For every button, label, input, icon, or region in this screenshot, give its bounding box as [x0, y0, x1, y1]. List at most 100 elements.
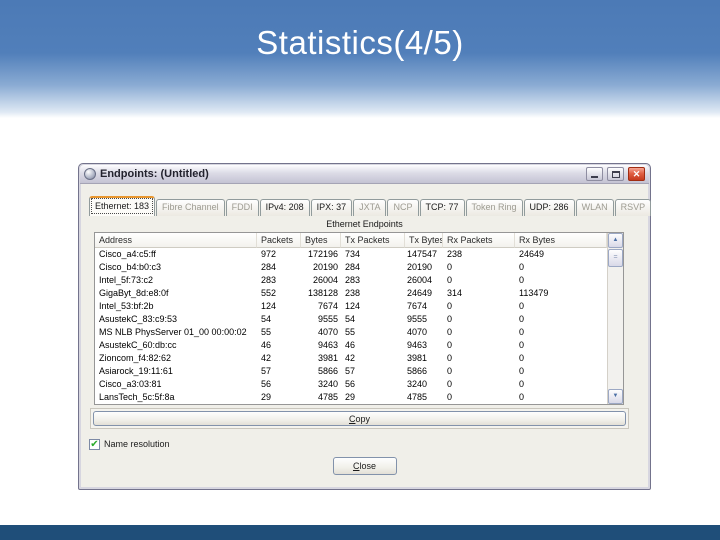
scroll-thumb[interactable]: = — [608, 249, 623, 267]
check-icon: ✔ — [90, 438, 99, 450]
table-cell: 9555 — [317, 314, 338, 324]
table-cell: 0 — [447, 366, 453, 376]
table-cell: 4070 — [317, 327, 338, 337]
table-cell: 0 — [447, 392, 453, 402]
table-cell: 20190 — [312, 262, 338, 272]
tab-udp-286[interactable]: UDP: 286 — [523, 199, 575, 216]
column-header-tx-bytes[interactable]: Tx Bytes — [405, 233, 443, 248]
table-cell: 284 — [345, 262, 361, 272]
table-row[interactable]: GigaByt_8d:e8:0f 552 138128 238 24649 314 1134… — [95, 287, 607, 300]
column-header-rx-bytes[interactable]: Rx Bytes — [515, 233, 607, 248]
table-cell: 9463 — [407, 340, 428, 350]
name-resolution-checkbox[interactable]: ✔ — [89, 438, 100, 450]
table-row[interactable]: AsustekC_83:c9:53 54 9555 54 9555 0 0 — [95, 313, 607, 326]
table-cell: 3981 — [407, 353, 428, 363]
name-resolution-row: ✔ Name resolution — [89, 438, 640, 450]
table-cell: 7674 — [317, 301, 338, 311]
tab-ipv4-208[interactable]: IPv4: 208 — [259, 199, 310, 216]
column-header-rx-packets[interactable]: Rx Packets — [443, 233, 515, 248]
minimize-icon — [591, 176, 598, 178]
table-cell: 57 — [261, 366, 272, 376]
table-cell: 0 — [447, 314, 453, 324]
tab-fibre-channel: Fibre Channel — [156, 199, 225, 216]
table-body: Cisco_a4:c5:ff 972 172196 734 147547 238 24649… — [95, 248, 607, 404]
table-cell: 24649 — [519, 249, 545, 259]
close-button[interactable]: Close — [332, 457, 397, 475]
table-row[interactable]: LansTech_5c:5f:8a 29 4785 29 4785 0 0 — [95, 391, 607, 404]
table-cell: 0 — [447, 301, 453, 311]
window-title: Endpoints: (Untitled) — [100, 168, 209, 180]
table-cell: 29 — [261, 392, 272, 402]
table-scrollbar[interactable]: ▲ = ▼ — [607, 233, 623, 404]
table-cell: 0 — [519, 262, 525, 272]
column-header-bytes[interactable]: Bytes — [301, 233, 341, 248]
table-cell: 3240 — [407, 379, 428, 389]
table-cell: 124 — [345, 301, 361, 311]
scroll-down-icon[interactable]: ▼ — [608, 389, 623, 404]
table-cell: 46 — [345, 340, 356, 350]
table-cell: 54 — [261, 314, 272, 324]
table-row[interactable]: Intel_53:bf:2b 124 7674 124 7674 0 0 — [95, 300, 607, 313]
table-cell: 3981 — [317, 353, 338, 363]
tab-tcp-77[interactable]: TCP: 77 — [419, 199, 465, 216]
table-header-row: Address Packets Bytes Tx Packets Tx Bytes Rx … — [95, 233, 607, 248]
table-cell: 0 — [447, 327, 453, 337]
table-cell: 46 — [261, 340, 272, 350]
table-row[interactable]: Cisco_a4:c5:ff 972 172196 734 147547 238 24649 — [95, 248, 607, 261]
tab-ipx-37[interactable]: IPX: 37 — [310, 199, 353, 216]
maximize-icon — [612, 171, 620, 178]
table-cell: 54 — [345, 314, 356, 324]
table-cell: 26004 — [312, 275, 338, 285]
table-cell: LansTech_5c:5f:8a — [99, 392, 175, 402]
table-cell: 172196 — [307, 249, 338, 259]
table-row[interactable]: Asiarock_19:11:61 57 5866 57 5866 0 0 — [95, 365, 607, 378]
table-row[interactable]: Cisco_b4:b0:c3 284 20190 284 20190 0 0 — [95, 261, 607, 274]
tab-ncp: NCP — [387, 199, 419, 216]
table-row[interactable]: Cisco_a3:03:81 56 3240 56 3240 0 0 — [95, 378, 607, 391]
table-cell: Cisco_a3:03:81 — [99, 379, 162, 389]
slide: Statistics(4/5) Endpoints: (Untitled) ✕ … — [0, 0, 720, 540]
copy-panel: Copy — [90, 408, 629, 429]
copy-button-label: Copy — [348, 413, 370, 424]
table-cell: Intel_53:bf:2b — [99, 301, 154, 311]
table-cell: 238 — [345, 288, 361, 298]
table-row[interactable]: MS NLB PhysServer 01_00 00:00:02 55 4070 55… — [95, 326, 607, 339]
titlebar[interactable]: Endpoints: (Untitled) ✕ — [80, 165, 649, 184]
table-cell: 42 — [261, 353, 272, 363]
table-subtitle: Ethernet Endpoints — [326, 219, 403, 229]
table-cell: 0 — [519, 275, 525, 285]
table-cell: 4070 — [407, 327, 428, 337]
column-header-address[interactable]: Address — [95, 233, 257, 248]
table-cell: 0 — [519, 327, 525, 337]
column-header-packets[interactable]: Packets — [257, 233, 301, 248]
table-cell: 0 — [447, 353, 453, 363]
table-cell: 0 — [519, 392, 525, 402]
close-window-button[interactable]: ✕ — [628, 167, 645, 181]
table-row[interactable]: Zioncom_f4:82:62 42 3981 42 3981 0 0 — [95, 352, 607, 365]
table-cell: 4785 — [317, 392, 338, 402]
table-cell: 0 — [519, 301, 525, 311]
table-cell: 57 — [345, 366, 356, 376]
table-cell: 0 — [519, 353, 525, 363]
name-resolution-label: Name resolution — [104, 439, 170, 449]
table-cell: 4785 — [407, 392, 428, 402]
table-cell: AsustekC_60:db:cc — [99, 340, 177, 350]
table-cell: 9555 — [407, 314, 428, 324]
table-cell: 55 — [261, 327, 272, 337]
close-button-label: Close — [352, 461, 376, 471]
copy-button[interactable]: Copy — [93, 411, 626, 426]
table-row[interactable]: AsustekC_60:db:cc 46 9463 46 9463 0 0 — [95, 339, 607, 352]
table-row[interactable]: Intel_5f:73:c2 283 26004 283 26004 0 0 — [95, 274, 607, 287]
maximize-button[interactable] — [607, 167, 624, 181]
minimize-button[interactable] — [586, 167, 603, 181]
scroll-track[interactable] — [608, 267, 623, 389]
table-cell: MS NLB PhysServer 01_00 00:00:02 — [99, 327, 247, 337]
app-icon — [84, 168, 96, 180]
table-cell: 314 — [447, 288, 463, 298]
tab-wlan: WLAN — [575, 199, 614, 216]
tab-ethernet-183[interactable]: Ethernet: 183 — [89, 196, 156, 216]
table-cell: 0 — [519, 314, 525, 324]
scroll-up-icon[interactable]: ▲ — [608, 233, 623, 248]
slide-title: Statistics(4/5) — [256, 24, 464, 61]
column-header-tx-packets[interactable]: Tx Packets — [341, 233, 405, 248]
